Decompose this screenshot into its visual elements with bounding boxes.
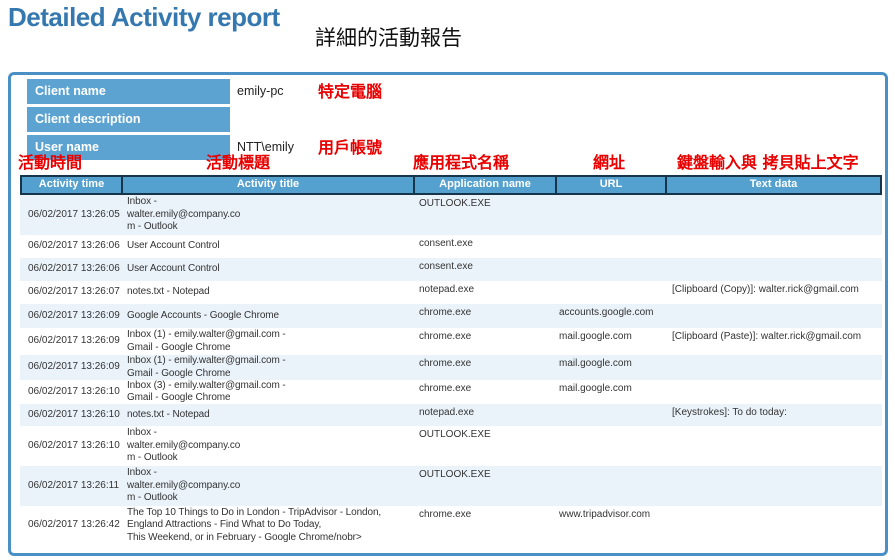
cell-activity-time: 06/02/2017 13:26:05 [20,195,123,235]
cell-application-name: consent.exe [415,258,557,281]
cell-url [557,195,667,235]
cell-activity-title: notes.txt - Notepad [123,404,415,426]
cell-url [557,281,667,304]
table-row: 06/02/2017 13:26:06 User Account Control… [20,258,882,281]
cell-activity-time: 06/02/2017 13:26:09 [20,304,123,328]
cell-activity-title: Inbox - walter.emily@company.co m - Outl… [123,466,415,506]
annotation-activity-time: 活動時間 [18,154,82,172]
cell-text-data [667,380,882,404]
cell-url [557,404,667,426]
cell-url: www.tripadvisor.com [557,506,667,545]
cell-text-data [667,195,882,235]
cell-activity-time: 06/02/2017 13:26:11 [20,466,123,506]
table-row: 06/02/2017 13:26:42 The Top 10 Things to… [20,506,882,545]
cell-activity-title: Inbox - walter.emily@company.co m - Outl… [123,426,415,466]
table-row: 06/02/2017 13:26:09 Inbox (1) - emily.wa… [20,355,882,380]
cell-text-data [667,235,882,258]
cell-activity-time: 06/02/2017 13:26:06 [20,258,123,281]
table-row: 06/02/2017 13:26:10 notes.txt - Notepad … [20,404,882,426]
table-row: 06/02/2017 13:26:09 Google Accounts - Go… [20,304,882,328]
cell-application-name: OUTLOOK.EXE [415,466,557,506]
cell-application-name: chrome.exe [415,380,557,404]
table-row: 06/02/2017 13:26:10 Inbox - walter.emily… [20,426,882,466]
column-header-text-data: Text data [667,177,880,193]
cell-activity-title: User Account Control [123,235,415,258]
cell-application-name: OUTLOOK.EXE [415,426,557,466]
cell-text-data [667,426,882,466]
cell-url [557,235,667,258]
table-row: 06/02/2017 13:26:11 Inbox - walter.emily… [20,466,882,506]
cell-application-name: chrome.exe [415,304,557,328]
cell-activity-title: Google Accounts - Google Chrome [123,304,415,328]
activity-table-body: 06/02/2017 13:26:05 Inbox - walter.emily… [20,195,882,545]
user-name-annotation: 用戶帳號 [318,135,382,160]
cell-text-data [667,506,882,545]
cell-application-name: chrome.exe [415,355,557,380]
cell-text-data [667,304,882,328]
cell-activity-title: Inbox (1) - emily.walter@gmail.com - Gma… [123,355,415,380]
cell-url: mail.google.com [557,328,667,355]
activity-table-header: Activity time Activity title Application… [20,175,882,195]
report-frame: Client name emily-pc 特定電腦 Client descrip… [8,72,888,556]
column-header-application-name: Application name [415,177,555,193]
cell-activity-title: Inbox (3) - emily.walter@gmail.com - Gma… [123,380,415,404]
client-name-annotation: 特定電腦 [318,79,382,104]
annotation-application-name: 應用程式名稱 [413,154,509,172]
cell-url: mail.google.com [557,380,667,404]
cell-url [557,466,667,506]
cell-url [557,426,667,466]
cell-activity-time: 06/02/2017 13:26:09 [20,328,123,355]
annotation-url: 網址 [593,154,625,172]
table-row: 06/02/2017 13:26:05 Inbox - walter.emily… [20,195,882,235]
cell-activity-title: The Top 10 Things to Do in London - Trip… [123,506,415,545]
table-row: 06/02/2017 13:26:10 Inbox (3) - emily.wa… [20,380,882,404]
cell-text-data [667,355,882,380]
cell-application-name: OUTLOOK.EXE [415,195,557,235]
client-name-label: Client name [27,79,230,104]
cell-activity-title: User Account Control [123,258,415,281]
table-row: 06/02/2017 13:26:07 notes.txt - Notepad … [20,281,882,304]
cell-application-name: notepad.exe [415,281,557,304]
page-title: Detailed Activity report [8,2,280,33]
cell-activity-title: Inbox (1) - emily.walter@gmail.com - Gma… [123,328,415,355]
client-name-value: emily-pc [237,79,284,104]
table-row: 06/02/2017 13:26:06 User Account Control… [20,235,882,258]
annotation-activity-title: 活動標題 [206,154,270,172]
cell-url: mail.google.com [557,355,667,380]
cell-text-data [667,258,882,281]
cell-activity-title: notes.txt - Notepad [123,281,415,304]
cell-activity-time: 06/02/2017 13:26:09 [20,355,123,380]
column-header-activity-title: Activity title [123,177,413,193]
cell-activity-title: Inbox - walter.emily@company.co m - Outl… [123,195,415,235]
cell-application-name: chrome.exe [415,506,557,545]
cell-activity-time: 06/02/2017 13:26:42 [20,506,123,545]
cell-application-name: chrome.exe [415,328,557,355]
cell-activity-time: 06/02/2017 13:26:10 [20,426,123,466]
cell-url [557,258,667,281]
cell-text-data: [Clipboard (Paste)]: walter.rick@gmail.c… [667,328,882,355]
cell-activity-time: 06/02/2017 13:26:06 [20,235,123,258]
cell-activity-time: 06/02/2017 13:26:07 [20,281,123,304]
cell-application-name: consent.exe [415,235,557,258]
cell-text-data: [Keystrokes]: To do today: [667,404,882,426]
client-description-label: Client description [27,107,230,132]
table-row: 06/02/2017 13:26:09 Inbox (1) - emily.wa… [20,328,882,355]
cell-text-data: [Clipboard (Copy)]: walter.rick@gmail.co… [667,281,882,304]
column-header-url: URL [557,177,665,193]
annotation-text-data: 鍵盤輸入與 拷貝貼上文字 [677,154,859,172]
column-header-activity-time: Activity time [22,177,121,193]
cell-activity-time: 06/02/2017 13:26:10 [20,380,123,404]
cell-activity-time: 06/02/2017 13:26:10 [20,404,123,426]
cell-application-name: notepad.exe [415,404,557,426]
cell-text-data [667,466,882,506]
page-subtitle-chinese: 詳細的活動報告 [315,22,462,52]
cell-url: accounts.google.com [557,304,667,328]
